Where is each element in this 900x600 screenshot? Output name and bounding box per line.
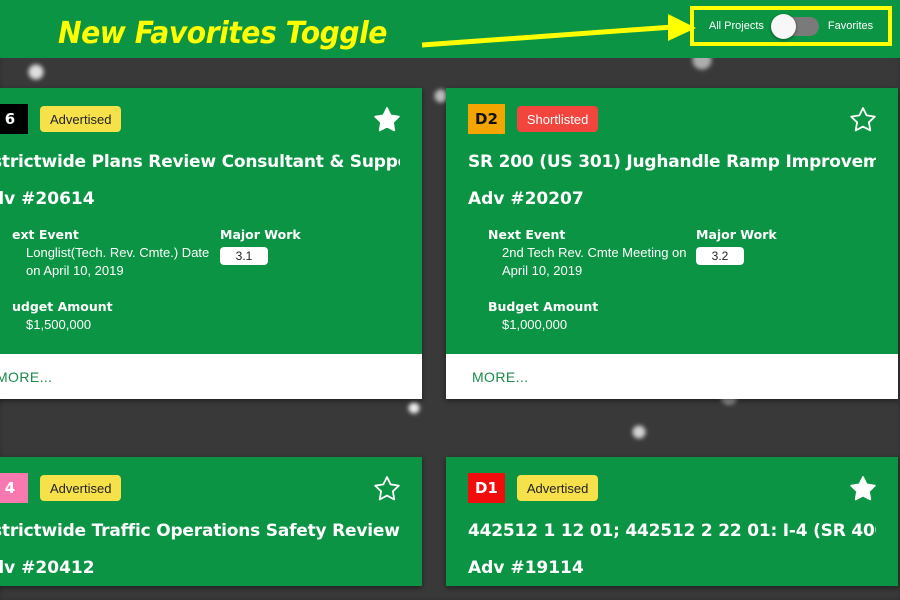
card-details-left: ext Event Longlist(Tech. Rev. Cmte.) Date… xyxy=(0,227,220,334)
project-card-grid: 6 Advertised strictwide Plans Review Consu… xyxy=(0,88,900,587)
next-event-value: 2nd Tech Rev. Cmte Meeting on April 10, … xyxy=(502,245,687,279)
card-details-right: Major Work 3.1 xyxy=(220,227,400,334)
budget-block: udget Amount $1,500,000 xyxy=(12,299,220,334)
favorites-toggle-switch[interactable] xyxy=(770,13,819,39)
next-event-label: ext Event xyxy=(12,227,79,242)
card-body: D1 Advertised 442512 1 12 01; 442512 2 22 … xyxy=(446,457,898,587)
budget-value: $1,500,000 xyxy=(26,316,92,332)
project-card[interactable]: D1 Advertised 442512 1 12 01; 442512 2 22 … xyxy=(446,457,898,587)
toggle-label-favorites[interactable]: Favorites xyxy=(828,20,873,32)
card-title: strictwide Plans Review Consultant & Sup… xyxy=(0,152,400,172)
arrow-right-icon xyxy=(421,14,696,48)
card-body: 4 Advertised strictwide Traffic Operations… xyxy=(0,457,422,587)
major-work-label: Major Work xyxy=(220,227,301,242)
budget-label: udget Amount xyxy=(12,298,113,314)
status-badge: Shortlisted xyxy=(516,106,599,132)
card-footer: MORE... xyxy=(0,354,422,400)
star-filled-icon[interactable] xyxy=(850,475,876,501)
card-top-row: 6 Advertised xyxy=(0,104,400,134)
district-badge: D1 xyxy=(468,473,505,504)
card-details: Next Event 2nd Tech Rev. Cmte Meeting on … xyxy=(468,227,876,334)
annotation-label: New Favorites Toggle xyxy=(58,16,387,51)
card-adv-number: dv #20412 xyxy=(0,558,95,579)
card-details-right: Major Work 3.2 xyxy=(696,227,876,334)
app-root: 6 Advertised strictwide Plans Review Consu… xyxy=(0,0,900,600)
next-event-value: Longlist(Tech. Rev. Cmte.) Date on April… xyxy=(26,245,210,279)
budget-block: Budget Amount $1,000,000 xyxy=(488,299,696,334)
star-outline-icon[interactable] xyxy=(850,106,876,132)
project-card[interactable]: 6 Advertised strictwide Plans Review Consu… xyxy=(0,88,422,400)
more-link[interactable]: MORE... xyxy=(0,369,52,385)
major-work-chip: 3.1 xyxy=(220,247,268,265)
major-work-chip: 3.2 xyxy=(696,247,744,265)
next-event-label: Next Event xyxy=(488,227,566,242)
card-top-row: D1 Advertised xyxy=(468,473,876,504)
card-title: strictwide Traffic Operations Safety Rev… xyxy=(0,521,400,542)
top-header-bar: New Favorites Toggle All Projects Favori… xyxy=(0,0,900,58)
star-outline-icon[interactable] xyxy=(374,475,400,501)
star-filled-icon[interactable] xyxy=(374,106,400,132)
card-body: 6 Advertised strictwide Plans Review Consu… xyxy=(0,88,422,355)
toggle-label-all-projects[interactable]: All Projects xyxy=(709,20,764,32)
card-body: D2 Shortlisted SR 200 (US 301) Jughandle R… xyxy=(446,88,898,355)
more-link[interactable]: MORE... xyxy=(472,369,528,385)
major-work-label: Major Work xyxy=(696,227,777,242)
card-adv-number: Adv #20207 xyxy=(468,189,584,209)
card-details: ext Event Longlist(Tech. Rev. Cmte.) Date… xyxy=(0,227,400,334)
card-top-row: D2 Shortlisted xyxy=(468,104,876,134)
project-card[interactable]: 4 Advertised strictwide Traffic Operations… xyxy=(0,457,422,587)
district-badge: 4 xyxy=(0,473,28,504)
card-adv-number: dv #20614 xyxy=(0,189,95,209)
status-badge: Advertised xyxy=(40,106,122,132)
card-title: 442512 1 12 01; 442512 2 22 01: I-4 (SR … xyxy=(468,521,876,542)
favorites-toggle-group[interactable]: All Projects Favorites xyxy=(690,6,892,46)
district-badge: D2 xyxy=(468,104,505,134)
toggle-knob[interactable] xyxy=(770,13,796,39)
status-badge: Advertised xyxy=(40,475,122,502)
budget-value: $1,000,000 xyxy=(502,316,568,332)
card-footer: MORE... xyxy=(446,354,898,400)
card-title: SR 200 (US 301) Jughandle Ramp Improveme… xyxy=(468,152,876,172)
project-card[interactable]: D2 Shortlisted SR 200 (US 301) Jughandle R… xyxy=(446,88,898,400)
card-details-left: Next Event 2nd Tech Rev. Cmte Meeting on … xyxy=(468,227,696,334)
status-badge: Advertised xyxy=(516,475,599,502)
budget-label: Budget Amount xyxy=(488,298,599,314)
district-badge: 6 xyxy=(0,104,28,134)
card-adv-number: Adv #19114 xyxy=(468,558,584,579)
card-top-row: 4 Advertised xyxy=(0,473,400,504)
